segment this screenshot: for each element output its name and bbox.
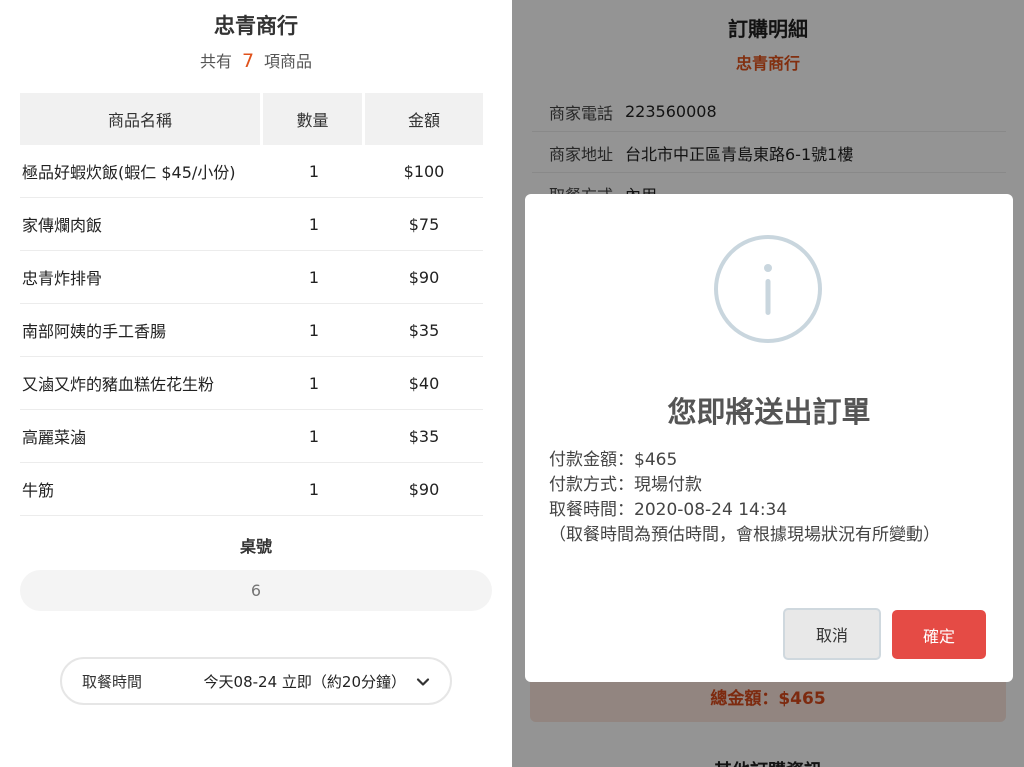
item-amount: $100 xyxy=(365,145,483,198)
item-count-suffix: 項商品 xyxy=(264,52,313,71)
pickup-time-value: 今天08-24 立即（約20分鐘） xyxy=(203,672,406,691)
table-row: 極品好蝦炊飯(蝦仁 $45/小份) 1 $100 xyxy=(20,145,483,198)
item-amount: $35 xyxy=(365,410,483,463)
item-amount: $90 xyxy=(365,463,483,516)
store-title: 忠青商行 xyxy=(214,14,298,38)
item-qty: 1 xyxy=(263,145,365,198)
item-qty: 1 xyxy=(263,357,365,410)
table-number-label: 桌號 xyxy=(239,537,272,556)
item-name: 南部阿姨的手工香腸 xyxy=(20,304,263,357)
item-qty: 1 xyxy=(263,463,365,516)
table-row: 高麗菜滷 1 $35 xyxy=(20,410,483,463)
order-details-panel: 訂購明細 忠青商行 商家電話 223560008 商家地址 台北市中正區青島東路… xyxy=(512,0,1024,767)
table-row: 又滷又炸的豬血糕佐花生粉 1 $40 xyxy=(20,357,483,410)
item-name: 極品好蝦炊飯(蝦仁 $45/小份) xyxy=(20,145,263,198)
info-circle-icon xyxy=(713,234,823,344)
dialog-message: 付款金額：$465 付款方式：現場付款 取餐時間：2020-08-24 14:3… xyxy=(549,448,989,548)
item-amount: $90 xyxy=(365,251,483,304)
item-amount: $35 xyxy=(365,304,483,357)
chevron-down-icon xyxy=(416,674,430,688)
item-name: 忠青炸排骨 xyxy=(20,251,263,304)
table-row: 忠青炸排骨 1 $90 xyxy=(20,251,483,304)
table-number-input[interactable] xyxy=(20,570,492,611)
column-header-amount: 金額 xyxy=(365,93,483,145)
item-qty: 1 xyxy=(263,304,365,357)
order-summary-panel: 忠青商行 共有 7 項商品 商品名稱 數量 金額 極品好蝦炊飯(蝦仁 $45/小份)… xyxy=(0,0,512,767)
column-header-qty: 數量 xyxy=(263,93,365,145)
item-qty: 1 xyxy=(263,251,365,304)
item-qty: 1 xyxy=(263,410,365,463)
item-count-number: 7 xyxy=(241,50,255,72)
payment-method-line: 付款方式：現場付款 xyxy=(549,475,702,495)
item-name: 高麗菜滷 xyxy=(20,410,263,463)
pickup-time-label: 取餐時間 xyxy=(82,672,143,691)
payment-amount-line: 付款金額：$465 xyxy=(549,450,678,470)
item-amount: $75 xyxy=(365,198,483,251)
pickup-note-line: （取餐時間為預估時間，會根據現場狀況有所變動） xyxy=(549,525,940,545)
confirm-order-dialog: 您即將送出訂單 付款金額：$465 付款方式：現場付款 取餐時間：2020-08… xyxy=(525,194,1013,682)
pickup-time-line: 取餐時間：2020-08-24 14:34 xyxy=(549,500,788,520)
item-name: 牛筋 xyxy=(20,463,263,516)
dialog-title: 您即將送出訂單 xyxy=(667,395,871,429)
item-name: 家傳爛肉飯 xyxy=(20,198,263,251)
table-row: 牛筋 1 $90 xyxy=(20,463,483,516)
item-qty: 1 xyxy=(263,198,365,251)
table-header-row: 商品名稱 數量 金額 xyxy=(20,93,483,145)
table-row: 家傳爛肉飯 1 $75 xyxy=(20,198,483,251)
item-count: 共有 7 項商品 xyxy=(0,48,512,72)
item-count-prefix: 共有 xyxy=(199,52,232,71)
table-row: 南部阿姨的手工香腸 1 $35 xyxy=(20,304,483,357)
cancel-button[interactable]: 取消 xyxy=(783,608,881,660)
pickup-time-select[interactable]: 取餐時間 今天08-24 立即（約20分鐘） xyxy=(60,657,452,705)
column-header-name: 商品名稱 xyxy=(20,93,263,145)
item-name: 又滷又炸的豬血糕佐花生粉 xyxy=(20,357,263,410)
confirm-button[interactable]: 確定 xyxy=(892,610,986,659)
order-items-table: 商品名稱 數量 金額 極品好蝦炊飯(蝦仁 $45/小份) 1 $100 家傳爛肉… xyxy=(20,93,483,516)
item-amount: $40 xyxy=(365,357,483,410)
